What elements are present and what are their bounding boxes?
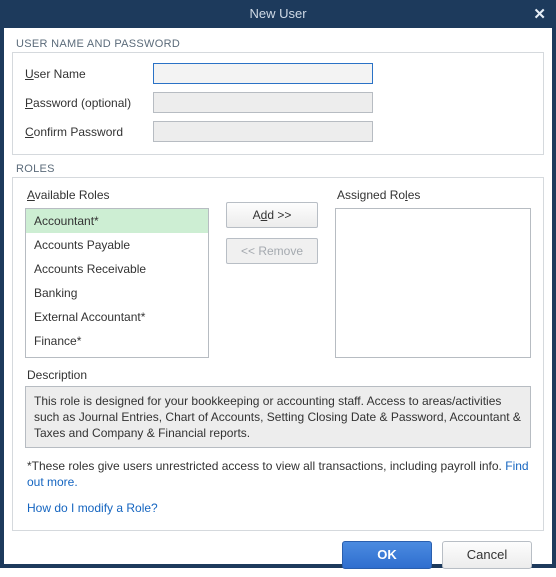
dialog-footer: OK Cancel — [12, 531, 544, 569]
available-roles-list[interactable]: Accountant* Accounts Payable Accounts Re… — [25, 208, 209, 358]
confirm-label: Confirm Password — [25, 125, 153, 139]
roles-body: Available Roles Accountant* Accounts Pay… — [25, 188, 531, 358]
list-item[interactable]: Finance* — [26, 329, 208, 353]
close-icon[interactable]: ✕ — [533, 5, 546, 25]
confirm-input[interactable] — [153, 121, 373, 142]
remove-button: << Remove — [226, 238, 318, 264]
description-label: Description — [27, 368, 531, 382]
username-label: User Name — [25, 67, 153, 81]
confirm-row: Confirm Password — [25, 121, 531, 142]
titlebar: New User ✕ — [4, 4, 552, 28]
cancel-button[interactable]: Cancel — [442, 541, 532, 569]
assigned-column: Assigned Roles — [335, 188, 531, 358]
assigned-roles-list[interactable] — [335, 208, 531, 358]
section-label-roles: ROLES — [16, 163, 544, 175]
modify-role-link[interactable]: How do I modify a Role? — [27, 501, 158, 515]
credentials-frame: User Name Password (optional) Confirm Pa… — [12, 52, 544, 155]
assigned-roles-label: Assigned Roles — [337, 188, 531, 202]
password-input[interactable] — [153, 92, 373, 113]
list-item[interactable]: External Accountant* — [26, 305, 208, 329]
username-row: User Name — [25, 63, 531, 84]
asterisk-note: *These roles give users unrestricted acc… — [27, 458, 529, 490]
description-box: This role is designed for your bookkeepi… — [25, 386, 531, 448]
list-item[interactable]: Accounts Receivable — [26, 257, 208, 281]
ok-button[interactable]: OK — [342, 541, 432, 569]
available-column: Available Roles Accountant* Accounts Pay… — [25, 188, 209, 358]
list-item[interactable]: Accountant* — [26, 209, 208, 233]
role-transfer-buttons: Add >> << Remove — [217, 202, 327, 264]
add-button[interactable]: Add >> — [226, 202, 318, 228]
available-roles-label: Available Roles — [27, 188, 209, 202]
list-item[interactable]: Accounts Payable — [26, 233, 208, 257]
list-item[interactable]: Banking — [26, 281, 208, 305]
password-label: Password (optional) — [25, 96, 153, 110]
password-row: Password (optional) — [25, 92, 531, 113]
section-label-credentials: USER NAME AND PASSWORD — [16, 38, 544, 50]
dialog-content: USER NAME AND PASSWORD User Name Passwor… — [4, 28, 552, 577]
username-input[interactable] — [153, 63, 373, 84]
modify-role-row: How do I modify a Role? — [27, 500, 529, 516]
window-title: New User — [249, 6, 306, 21]
roles-frame: Available Roles Accountant* Accounts Pay… — [12, 177, 544, 531]
